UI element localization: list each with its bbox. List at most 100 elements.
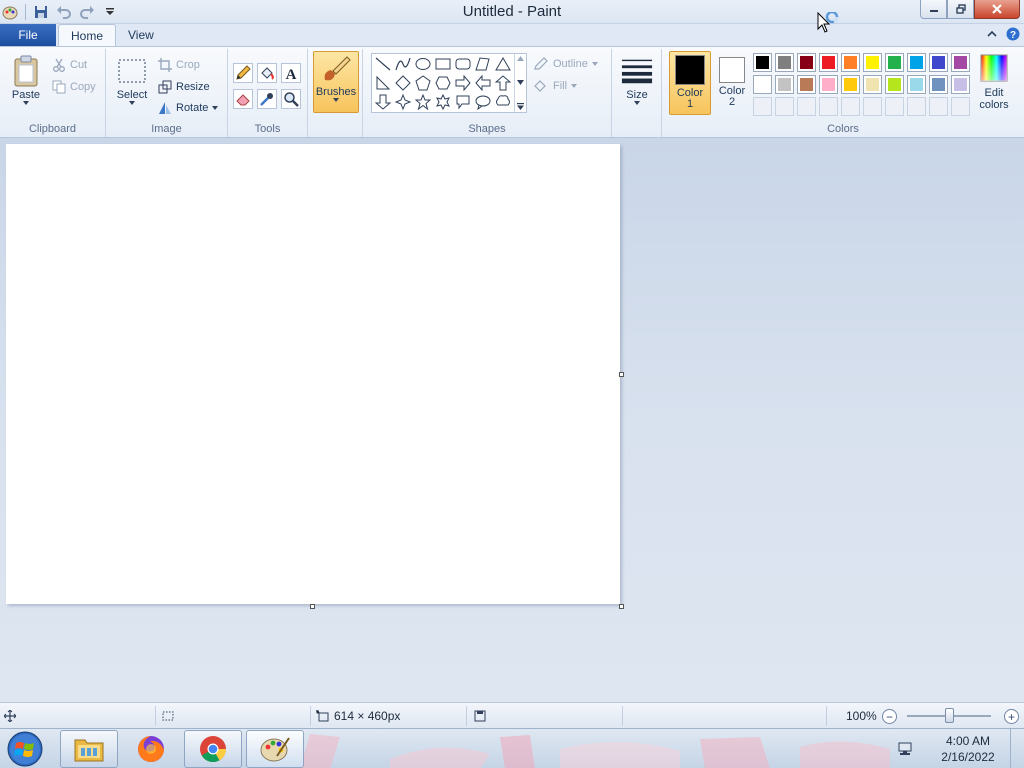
zoom-slider-thumb[interactable] xyxy=(945,708,954,723)
fill-button[interactable]: Fill xyxy=(533,77,578,95)
palette-color-swatch[interactable] xyxy=(819,53,838,72)
line-shape[interactable] xyxy=(373,54,393,74)
palette-color-swatch[interactable] xyxy=(819,75,838,94)
edit-colors-button[interactable]: Edit colors xyxy=(975,53,1013,111)
text-tool[interactable]: A xyxy=(281,63,301,83)
tab-home[interactable]: Home xyxy=(58,24,117,47)
pentagon-shape[interactable] xyxy=(413,73,433,93)
palette-color-swatch[interactable] xyxy=(753,75,772,94)
palette-empty-slot[interactable] xyxy=(775,97,794,116)
taskbar-clock[interactable]: 4:00 AM 2/16/2022 xyxy=(926,733,1010,765)
paint-app-icon[interactable] xyxy=(0,2,20,22)
tab-file[interactable]: File xyxy=(0,24,56,46)
taskbar-firefox-button[interactable] xyxy=(122,730,180,768)
cut-button[interactable]: Cut xyxy=(52,56,87,74)
network-icon[interactable] xyxy=(896,741,914,757)
tab-view[interactable]: View xyxy=(116,24,166,46)
crop-button[interactable]: Crop xyxy=(158,56,200,74)
palette-color-swatch[interactable] xyxy=(775,53,794,72)
paste-button[interactable]: Paste xyxy=(8,55,44,105)
zoom-out-button[interactable]: − xyxy=(882,709,897,724)
right-arrow-shape[interactable] xyxy=(453,73,473,93)
down-arrow-shape[interactable] xyxy=(373,92,393,112)
palette-color-swatch[interactable] xyxy=(863,75,882,94)
outline-button[interactable]: Outline xyxy=(533,55,598,73)
palette-color-swatch[interactable] xyxy=(797,75,816,94)
hexagon-shape[interactable] xyxy=(433,73,453,93)
size-button[interactable]: Size xyxy=(618,55,656,105)
palette-color-swatch[interactable] xyxy=(753,53,772,72)
curve-shape[interactable] xyxy=(393,54,413,74)
oval-callout-shape[interactable] xyxy=(473,92,493,112)
shapes-gallery-scroll[interactable] xyxy=(514,54,526,112)
canvas-resize-handle-bottom[interactable] xyxy=(310,604,315,609)
six-point-star-shape[interactable] xyxy=(433,92,453,112)
palette-color-swatch[interactable] xyxy=(929,53,948,72)
palette-color-swatch[interactable] xyxy=(951,53,970,72)
customize-qat-chevron-icon[interactable] xyxy=(100,2,120,22)
oval-shape[interactable] xyxy=(413,54,433,74)
palette-color-swatch[interactable] xyxy=(863,53,882,72)
palette-color-swatch[interactable] xyxy=(797,53,816,72)
palette-color-swatch[interactable] xyxy=(885,53,904,72)
triangle-shape[interactable] xyxy=(493,54,513,74)
palette-color-swatch[interactable] xyxy=(841,75,860,94)
help-icon[interactable]: ? xyxy=(1006,27,1020,41)
redo-icon[interactable] xyxy=(77,2,97,22)
minimize-button[interactable] xyxy=(920,0,947,19)
save-icon[interactable] xyxy=(31,2,51,22)
palette-empty-slot[interactable] xyxy=(819,97,838,116)
palette-color-swatch[interactable] xyxy=(907,75,926,94)
select-button[interactable]: Select xyxy=(114,55,150,105)
palette-color-swatch[interactable] xyxy=(951,75,970,94)
palette-empty-slot[interactable] xyxy=(841,97,860,116)
diamond-shape[interactable] xyxy=(393,73,413,93)
palette-color-swatch[interactable] xyxy=(929,75,948,94)
polygon-shape[interactable] xyxy=(473,54,493,74)
show-desktop-button[interactable] xyxy=(1010,729,1024,768)
resize-button[interactable]: Resize xyxy=(158,78,210,96)
zoom-in-button[interactable]: + xyxy=(1004,709,1019,724)
five-point-star-shape[interactable] xyxy=(413,92,433,112)
palette-empty-slot[interactable] xyxy=(907,97,926,116)
palette-empty-slot[interactable] xyxy=(797,97,816,116)
fill-tool[interactable] xyxy=(257,63,277,83)
close-button[interactable] xyxy=(974,0,1020,19)
rounded-rectangle-shape[interactable] xyxy=(453,54,473,74)
canvas-resize-handle-right[interactable] xyxy=(619,372,624,377)
palette-color-swatch[interactable] xyxy=(907,53,926,72)
color-picker-tool[interactable] xyxy=(257,89,277,109)
cloud-callout-shape[interactable] xyxy=(493,92,513,112)
rounded-callout-shape[interactable] xyxy=(453,92,473,112)
canvas-resize-handle-corner[interactable] xyxy=(619,604,624,609)
right-triangle-shape[interactable] xyxy=(373,73,393,93)
rectangle-shape[interactable] xyxy=(433,54,453,74)
palette-empty-slot[interactable] xyxy=(885,97,904,116)
up-arrow-shape[interactable] xyxy=(493,73,513,93)
palette-color-swatch[interactable] xyxy=(841,53,860,72)
color-1-button[interactable]: Color 1 xyxy=(669,51,711,115)
palette-empty-slot[interactable] xyxy=(951,97,970,116)
start-button[interactable] xyxy=(4,731,46,767)
taskbar-explorer-button[interactable] xyxy=(60,730,118,768)
brushes-button[interactable]: Brushes xyxy=(313,51,359,113)
rotate-button[interactable]: Rotate xyxy=(158,99,219,117)
taskbar-chrome-button[interactable] xyxy=(184,730,242,768)
eraser-tool[interactable] xyxy=(233,89,253,109)
palette-empty-slot[interactable] xyxy=(753,97,772,116)
four-point-star-shape[interactable] xyxy=(393,92,413,112)
left-arrow-shape[interactable] xyxy=(473,73,493,93)
color-2-button[interactable]: Color 2 xyxy=(713,51,751,115)
palette-color-swatch[interactable] xyxy=(775,75,794,94)
copy-button[interactable]: Copy xyxy=(52,78,96,96)
palette-empty-slot[interactable] xyxy=(929,97,948,116)
undo-icon[interactable] xyxy=(54,2,74,22)
taskbar-paint-button[interactable] xyxy=(246,730,304,768)
pencil-tool[interactable] xyxy=(233,63,253,83)
magnifier-tool[interactable] xyxy=(281,89,301,109)
palette-color-swatch[interactable] xyxy=(885,75,904,94)
restore-button[interactable] xyxy=(947,0,974,19)
minimize-ribbon-chevron-icon[interactable] xyxy=(986,28,998,40)
palette-empty-slot[interactable] xyxy=(863,97,882,116)
drawing-canvas[interactable] xyxy=(6,144,620,604)
